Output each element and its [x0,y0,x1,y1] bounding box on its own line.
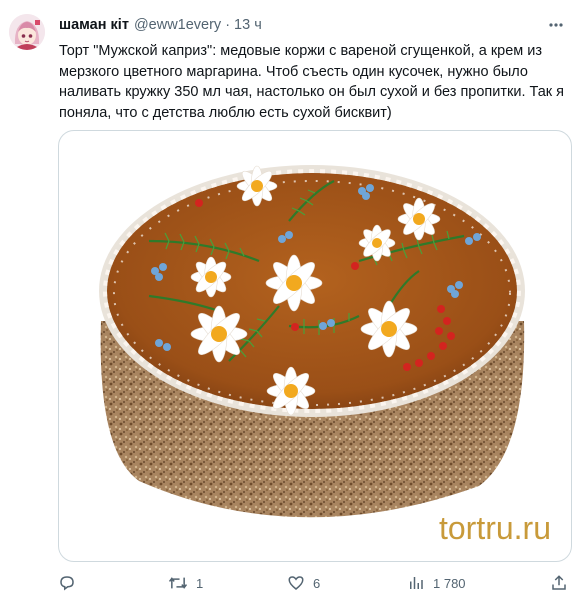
heart-icon [288,576,304,590]
like-button[interactable]: 6 [287,571,320,595]
views-button[interactable]: 1 780 [407,571,466,595]
cake-photo: tortru.ru [99,165,551,546]
timestamp[interactable]: 13 ч [234,17,262,33]
view-count: 1 780 [433,575,466,591]
share-button[interactable] [550,571,568,595]
action-bar: 1 6 1 780 [58,571,570,595]
tweet-header: шаман кіт @eww1every · 13 ч [59,15,569,35]
like-count: 6 [313,575,321,591]
share-icon [552,575,566,590]
avatar[interactable] [9,14,45,50]
retweet-button[interactable]: 1 [168,571,203,595]
views-icon [410,577,423,589]
watermark: tortru.ru [439,510,551,546]
anime-girl-avatar-icon [9,14,45,50]
tweet-media[interactable]: tortru.ru [58,130,572,562]
more-button[interactable] [543,13,569,37]
tweet[interactable]: шаман кіт @eww1every · 13 ч Торт "Мужско… [0,0,579,611]
author-name[interactable]: шаман кіт [59,17,129,33]
reply-button[interactable] [58,571,84,595]
reply-icon [60,576,74,591]
retweet-icon [168,577,188,589]
author-handle[interactable]: @eww1every [134,17,221,33]
tweet-text: Торт "Мужской каприз": медовые коржи с в… [59,43,565,121]
separator-dot: · [225,17,231,33]
more-icon [549,23,563,27]
retweet-count: 1 [196,575,204,591]
